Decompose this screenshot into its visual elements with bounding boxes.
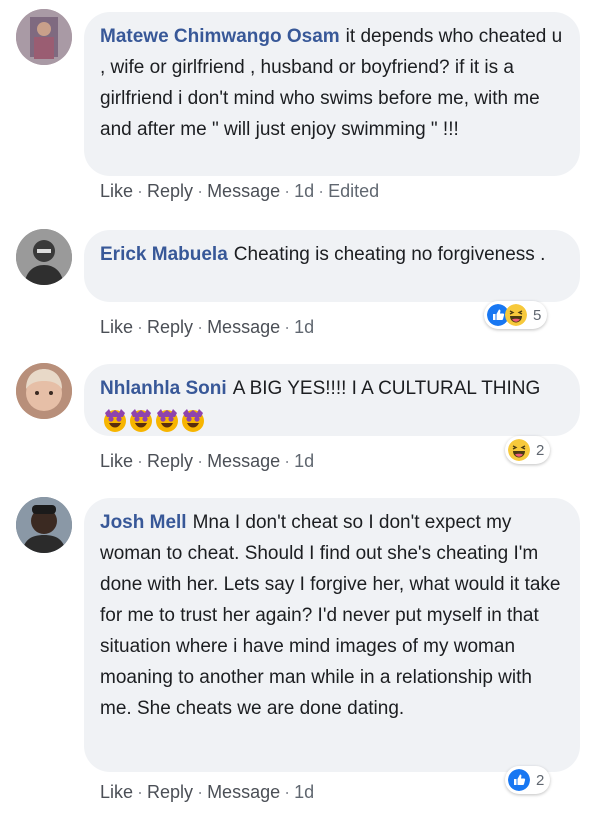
reaction-count: 2 — [536, 771, 545, 789]
avatar-image-icon — [16, 497, 72, 553]
separator: · — [284, 181, 291, 201]
grin-emoji-icon — [154, 407, 180, 433]
comment-bubble: Matewe Chimwango Osam it depends who chea… — [84, 12, 580, 176]
comment-text: A BIG YES!!!! I A CULTURAL THING — [232, 378, 541, 399]
separator: · — [197, 782, 204, 802]
separator: · — [137, 451, 144, 471]
comment-author[interactable]: Josh Mell — [100, 512, 187, 533]
avatar[interactable] — [16, 363, 72, 419]
comment-actions: Like · Reply · Message · 1d — [100, 782, 314, 803]
timestamp[interactable]: 1d — [294, 317, 314, 337]
avatar-image-icon — [16, 9, 72, 65]
timestamp[interactable]: 1d — [294, 451, 314, 471]
avatar[interactable] — [16, 497, 72, 553]
separator: · — [197, 317, 204, 337]
avatar-image-icon — [16, 229, 72, 285]
comment-text: Mna I don't cheat so I don't expect my w… — [100, 512, 561, 719]
comment-bubble: Josh Mell Mna I don't cheat so I don't ex… — [84, 498, 580, 772]
reply-link[interactable]: Reply — [147, 317, 193, 337]
comment-actions: Like · Reply · Message · 1d — [100, 317, 314, 338]
separator: · — [197, 451, 204, 471]
reaction-count: 2 — [536, 441, 545, 459]
reply-link[interactable]: Reply — [147, 451, 193, 471]
like-link[interactable]: Like — [100, 317, 133, 337]
comment-bubble: Erick Mabuela Cheating is cheating no for… — [84, 230, 580, 302]
like-link[interactable]: Like — [100, 451, 133, 471]
separator: · — [137, 782, 144, 802]
timestamp[interactable]: 1d — [294, 181, 314, 201]
emoji-group — [102, 407, 206, 433]
message-link[interactable]: Message — [207, 451, 280, 471]
comment-bubble: Nhlanhla Soni A BIG YES!!!! I A CULTURAL … — [84, 364, 580, 436]
separator: · — [137, 181, 144, 201]
separator: · — [318, 181, 325, 201]
timestamp[interactable]: 1d — [294, 782, 314, 802]
separator: · — [284, 317, 291, 337]
reaction-summary[interactable]: 2 — [505, 766, 551, 794]
comment-actions: Like · Reply · Message · 1d · Edited — [100, 181, 379, 202]
like-link[interactable]: Like — [100, 782, 133, 802]
message-link[interactable]: Message — [207, 317, 280, 337]
reaction-count: 5 — [533, 306, 542, 324]
message-link[interactable]: Message — [207, 181, 280, 201]
reaction-summary[interactable]: 5 — [484, 301, 548, 329]
separator: · — [284, 782, 291, 802]
edited-label[interactable]: Edited — [328, 181, 379, 201]
grin-emoji-icon — [128, 407, 154, 433]
reaction-summary[interactable]: 2 — [505, 436, 551, 464]
avatar-image-icon — [16, 363, 72, 419]
comment-author[interactable]: Erick Mabuela — [100, 244, 228, 265]
separator: · — [197, 181, 204, 201]
laugh-icon — [508, 439, 530, 461]
comment-text: Cheating is cheating no forgiveness . — [233, 244, 546, 265]
like-link[interactable]: Like — [100, 181, 133, 201]
grin-emoji-icon — [102, 407, 128, 433]
comment-author[interactable]: Matewe Chimwango Osam — [100, 26, 340, 47]
separator: · — [137, 317, 144, 337]
reply-link[interactable]: Reply — [147, 181, 193, 201]
comment-author[interactable]: Nhlanhla Soni — [100, 378, 227, 399]
separator: · — [284, 451, 291, 471]
like-icon — [508, 769, 530, 791]
reply-link[interactable]: Reply — [147, 782, 193, 802]
avatar[interactable] — [16, 229, 72, 285]
grin-emoji-icon — [180, 407, 206, 433]
comment-actions: Like · Reply · Message · 1d — [100, 451, 314, 472]
message-link[interactable]: Message — [207, 782, 280, 802]
laugh-icon — [505, 304, 527, 326]
avatar[interactable] — [16, 9, 72, 65]
